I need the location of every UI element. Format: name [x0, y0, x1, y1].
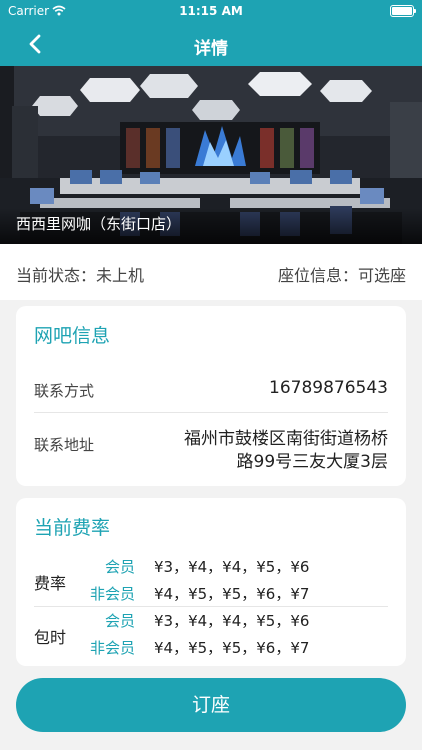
- rate-group-label: 费率: [34, 574, 67, 593]
- app-header: Carrier 11:15 AM 详情: [0, 0, 422, 66]
- seat-info: 座位信息：可选座: [277, 266, 406, 285]
- cafe-name: 西西里网咖（东街口店）: [16, 215, 182, 233]
- tier-non-member: 非会员: [89, 639, 135, 657]
- address-line-2: 路99号三友大厦3层: [236, 452, 388, 472]
- divider: [34, 606, 388, 607]
- tier-member: 会员: [104, 612, 135, 630]
- price-list: ¥4，¥5，¥5，¥6，¥7: [154, 639, 310, 657]
- hero-caption: 西西里网咖（东街口店）: [0, 208, 422, 244]
- current-status: 当前状态：未上机: [16, 266, 145, 285]
- battery-icon: [390, 5, 416, 17]
- package-group-label: 包时: [34, 628, 67, 647]
- address-line-1: 福州市鼓楼区南街街道杨桥: [184, 429, 388, 449]
- price-list: ¥4，¥5，¥5，¥6，¥7: [154, 585, 310, 603]
- tier-non-member: 非会员: [89, 585, 135, 603]
- book-seat-button[interactable]: 订座: [16, 678, 406, 732]
- tier-member: 会员: [104, 558, 135, 576]
- price-list: ¥3，¥4，¥4，¥5，¥6: [154, 558, 310, 576]
- cafe-info-card: 网吧信息 联系方式 16789876543 联系地址 福州市鼓楼区南街街道杨桥 …: [16, 306, 406, 486]
- contact-label: 联系方式: [34, 382, 95, 400]
- address-label: 联系地址: [34, 436, 95, 454]
- status-bar: Carrier 11:15 AM: [0, 0, 422, 22]
- rates-title: 当前费率: [34, 517, 111, 539]
- cafe-info-title: 网吧信息: [34, 325, 111, 347]
- divider: [34, 412, 388, 413]
- status-time: 11:15 AM: [179, 4, 243, 18]
- status-row: 当前状态：未上机 座位信息：可选座: [0, 244, 422, 300]
- cafe-photo: 西西里网咖（东街口店）: [0, 66, 422, 244]
- contact-phone[interactable]: 16789876543: [269, 378, 388, 398]
- price-list: ¥3，¥4，¥4，¥5，¥6: [154, 612, 310, 630]
- page-title: 详情: [194, 39, 228, 59]
- rates-card: 当前费率 费率 会员 ¥3，¥4，¥4，¥5，¥6 非会员 ¥4，¥5，¥5，¥…: [16, 498, 406, 666]
